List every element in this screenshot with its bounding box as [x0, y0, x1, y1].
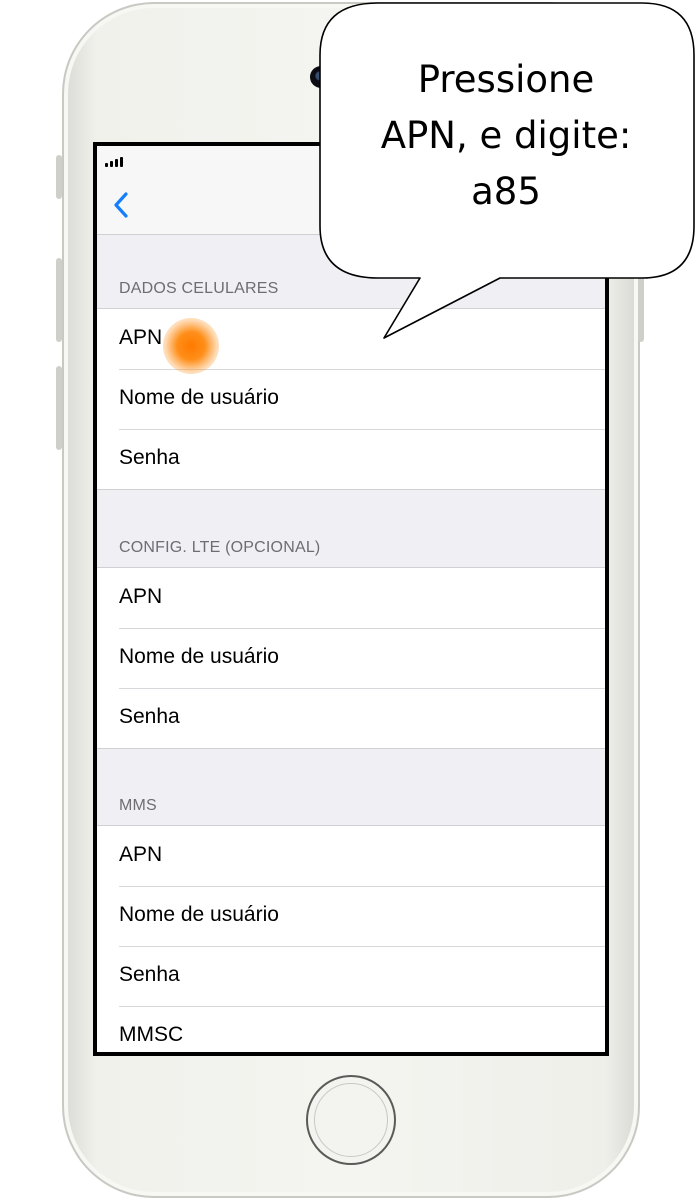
power-button: [638, 258, 644, 342]
group-lte-config: APN Nome de usuário Senha: [97, 567, 605, 749]
mms-username-cell[interactable]: Nome de usuário: [97, 886, 605, 946]
section-header-mms: MMS: [119, 797, 157, 814]
volume-up-button: [56, 258, 62, 342]
lte-username-cell[interactable]: Nome de usuário: [97, 628, 605, 688]
cell-label: APN: [119, 585, 163, 608]
cell-label: Senha: [119, 446, 180, 469]
group-mms: APN Nome de usuário Senha MMSC: [97, 825, 605, 1052]
home-button-icon[interactable]: [306, 1075, 396, 1165]
cell-label: Nome de usuário: [119, 645, 279, 668]
callout-line: a85: [471, 170, 541, 213]
cell-label: Nome de usuário: [119, 386, 279, 409]
callout-line: APN, e digite:: [380, 114, 632, 157]
cell-label: MMSC: [119, 1023, 184, 1046]
cellular-password-cell[interactable]: Senha: [97, 429, 605, 489]
cell-label: Senha: [119, 963, 180, 986]
cell-label: APN: [119, 843, 163, 866]
cellular-apn-cell[interactable]: APN: [97, 309, 605, 369]
mute-switch: [56, 155, 62, 199]
volume-down-button: [56, 366, 62, 450]
settings-view: Dado DADOS CELULARES APN Nome de usuário…: [97, 146, 605, 1052]
cell-label: Senha: [119, 705, 180, 728]
section-header-cellular-data: DADOS CELULARES: [119, 280, 279, 297]
mms-apn-cell[interactable]: APN: [97, 826, 605, 886]
screen: Dado DADOS CELULARES APN Nome de usuário…: [93, 142, 609, 1056]
lte-password-cell[interactable]: Senha: [97, 688, 605, 748]
mmsc-cell[interactable]: MMSC: [97, 1006, 605, 1052]
callout-text: Pressione APN, e digite: a85: [326, 52, 686, 220]
group-cellular-data: APN Nome de usuário Senha: [97, 308, 605, 490]
home-button-ring: [314, 1083, 388, 1157]
cellular-username-cell[interactable]: Nome de usuário: [97, 369, 605, 429]
section-header-lte-config: CONFIG. LTE (OPCIONAL): [119, 539, 321, 556]
signal-strength-icon: [105, 157, 123, 167]
lte-apn-cell[interactable]: APN: [97, 568, 605, 628]
cell-label: APN: [119, 326, 163, 349]
callout-line: Pressione: [417, 58, 595, 101]
cell-label: Nome de usuário: [119, 903, 279, 926]
mms-password-cell[interactable]: Senha: [97, 946, 605, 1006]
